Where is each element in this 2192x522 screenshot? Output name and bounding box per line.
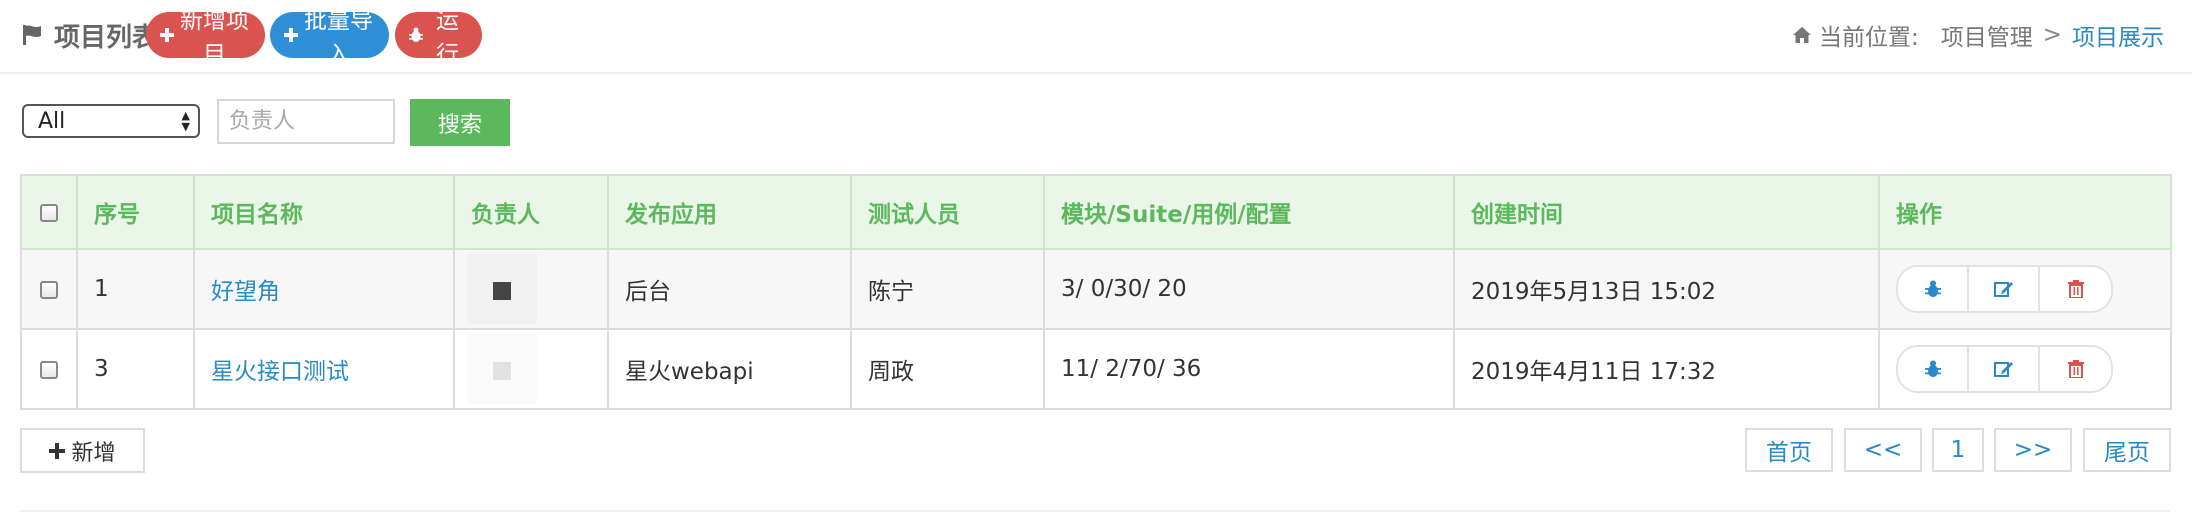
row-checkbox[interactable]: [40, 280, 58, 299]
flag-icon: [23, 25, 41, 45]
row-index: 1: [76, 248, 195, 330]
batch-import-label: 批量导入: [304, 8, 373, 68]
row-index: 3: [76, 328, 195, 410]
created-cell: 2019年4月11日 17:32: [1453, 328, 1880, 410]
select-all-checkbox[interactable]: [40, 203, 58, 222]
app-cell: 后台: [607, 248, 852, 330]
owner-search-input[interactable]: [217, 99, 395, 144]
delete-row-button[interactable]: [2040, 267, 2111, 311]
col-header-name: 项目名称: [193, 174, 455, 250]
project-name-link[interactable]: 星火接口测试: [193, 328, 455, 410]
table-row: 3 星火接口测试 星火webapi 周政 11/ 2/70/ 36 2019年4…: [20, 328, 2172, 410]
run-button[interactable]: 运行: [395, 8, 482, 68]
pager-next-button[interactable]: >>: [1994, 428, 2072, 472]
run-label: 运行: [436, 8, 459, 68]
col-header-tester: 测试人员: [850, 174, 1045, 250]
breadcrumb-separator: >: [2042, 22, 2062, 48]
col-header-owner: 负责人: [453, 174, 609, 250]
pager-first-button[interactable]: 首页: [1745, 428, 1833, 472]
owner-cell: [453, 328, 609, 410]
bug-icon: [1924, 280, 1941, 297]
add-button[interactable]: 新增: [20, 428, 145, 473]
page-title-text: 项目列表: [54, 22, 159, 53]
bug-icon: [1924, 360, 1941, 377]
plus-icon: [284, 28, 298, 42]
tester-cell: 陈宁: [850, 248, 1045, 330]
actions-cell: [1878, 328, 2172, 410]
created-cell: 2019年5月13日 15:02: [1453, 248, 1880, 330]
select-arrows-icon: ▲ ▼: [181, 109, 190, 133]
actions-cell: [1878, 248, 2172, 330]
owner-cell: [453, 248, 609, 330]
page-title: 项目列表: [22, 14, 158, 56]
edit-icon: [1993, 282, 2013, 297]
add-project-label: 新增项目: [180, 8, 249, 68]
row-checkbox[interactable]: [40, 360, 58, 379]
select-all-cell: [20, 174, 78, 250]
footer-divider: [20, 510, 2170, 512]
row-select-cell: [20, 328, 78, 410]
pager-page-button[interactable]: 1: [1932, 428, 1984, 472]
col-header-actions: 操作: [1878, 174, 2172, 250]
plus-icon: [160, 28, 174, 42]
pager-last-button[interactable]: 尾页: [2083, 428, 2171, 472]
add-project-button[interactable]: 新增项目: [146, 8, 265, 68]
col-header-app: 发布应用: [607, 174, 852, 250]
stats-cell: 3/ 0/30/ 20: [1043, 248, 1455, 330]
select-value: All: [38, 108, 66, 134]
col-header-index: 序号: [76, 174, 195, 250]
home-icon: [1792, 27, 1811, 43]
breadcrumb: 当前位置: 项目管理 > 项目展示: [1792, 14, 2164, 56]
pager-prev-button[interactable]: <<: [1844, 428, 1922, 472]
col-header-stats: 模块/Suite/用例/配置: [1043, 174, 1455, 250]
col-header-created: 创建时间: [1453, 174, 1880, 250]
add-button-label: 新增: [71, 440, 116, 466]
breadcrumb-parent[interactable]: 项目管理: [1941, 18, 2033, 52]
app-cell: 星火webapi: [607, 328, 852, 410]
batch-import-button[interactable]: 批量导入: [270, 8, 389, 68]
plus-icon: [49, 442, 66, 459]
run-row-button[interactable]: [1898, 347, 1969, 391]
run-row-button[interactable]: [1898, 267, 1969, 311]
trash-icon: [2067, 280, 2084, 298]
row-select-cell: [20, 248, 78, 330]
redacted-owner: [467, 334, 537, 404]
project-table: 序号 项目名称 负责人 发布应用 测试人员 模块/Suite/用例/配置 创建时…: [20, 174, 2172, 410]
trash-icon: [2067, 360, 2084, 378]
project-name-link[interactable]: 好望角: [193, 248, 455, 330]
breadcrumb-current[interactable]: 项目展示: [2072, 18, 2164, 52]
stats-cell: 11/ 2/70/ 36: [1043, 328, 1455, 410]
table-row: 1 好望角 后台 陈宁 3/ 0/30/ 20 2019年5月13日 15:02: [20, 248, 2172, 330]
search-button[interactable]: 搜索: [410, 99, 510, 146]
project-filter-select[interactable]: All ▲ ▼: [22, 104, 200, 138]
tester-cell: 周政: [850, 328, 1045, 410]
action-group: [1896, 345, 2113, 393]
edit-row-button[interactable]: [1969, 347, 2040, 391]
redacted-owner: [467, 254, 537, 324]
table-header-row: 序号 项目名称 负责人 发布应用 测试人员 模块/Suite/用例/配置 创建时…: [20, 174, 2172, 250]
edit-row-button[interactable]: [1969, 267, 2040, 311]
breadcrumb-prefix: 当前位置:: [1818, 25, 1919, 51]
bug-icon: [409, 27, 423, 43]
action-group: [1896, 265, 2113, 313]
delete-row-button[interactable]: [2040, 347, 2111, 391]
edit-icon: [1993, 362, 2013, 377]
